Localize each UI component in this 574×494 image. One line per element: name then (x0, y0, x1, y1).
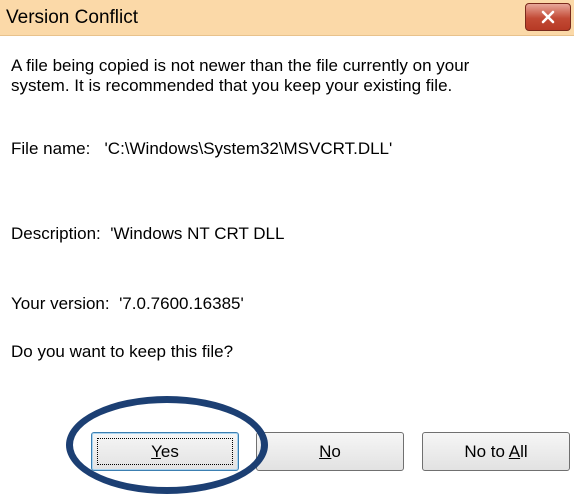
message-line-1: A file being copied is not newer than th… (11, 56, 470, 75)
description-label: Description: (11, 224, 101, 243)
no-to-all-rest: ll (520, 442, 528, 461)
version-row: Your version: '7.0.7600.16385' (11, 294, 244, 314)
window-title: Version Conflict (6, 7, 139, 28)
description-value: 'Windows NT CRT DLL (110, 224, 285, 243)
message-line-2: system. It is recommended that you keep … (11, 76, 453, 95)
no-to-all-button[interactable]: No to All (422, 432, 570, 471)
no-to-all-prefix: No to (464, 442, 509, 461)
title-bar[interactable]: Version Conflict (0, 0, 574, 36)
yes-rest: es (160, 442, 179, 461)
version-value: '7.0.7600.16385' (119, 294, 244, 313)
no-to-all-button-label: No to All (423, 442, 569, 462)
no-rest: o (331, 442, 341, 461)
file-name-label: File name: (11, 139, 91, 158)
yes-mnemonic: Y (151, 442, 161, 461)
file-name-value: 'C:\Windows\System32\MSVCRT.DLL' (104, 139, 393, 158)
no-button-label: No (257, 442, 403, 462)
version-conflict-dialog: Version Conflict A file being copied is … (0, 0, 574, 494)
no-button[interactable]: No (256, 432, 404, 471)
question-text: Do you want to keep this file? (11, 342, 234, 361)
version-label: Your version: (11, 294, 110, 313)
yes-button-label: Yes (92, 442, 238, 462)
description-row: Description: 'Windows NT CRT DLL (11, 224, 284, 244)
close-icon (541, 10, 555, 24)
no-to-all-mnemonic: A (508, 442, 521, 461)
file-name-row: File name: 'C:\Windows\System32\MSVCRT.D… (11, 139, 392, 159)
close-button[interactable] (525, 3, 571, 31)
no-mnemonic: N (319, 442, 332, 461)
yes-button[interactable]: Yes (91, 432, 239, 471)
